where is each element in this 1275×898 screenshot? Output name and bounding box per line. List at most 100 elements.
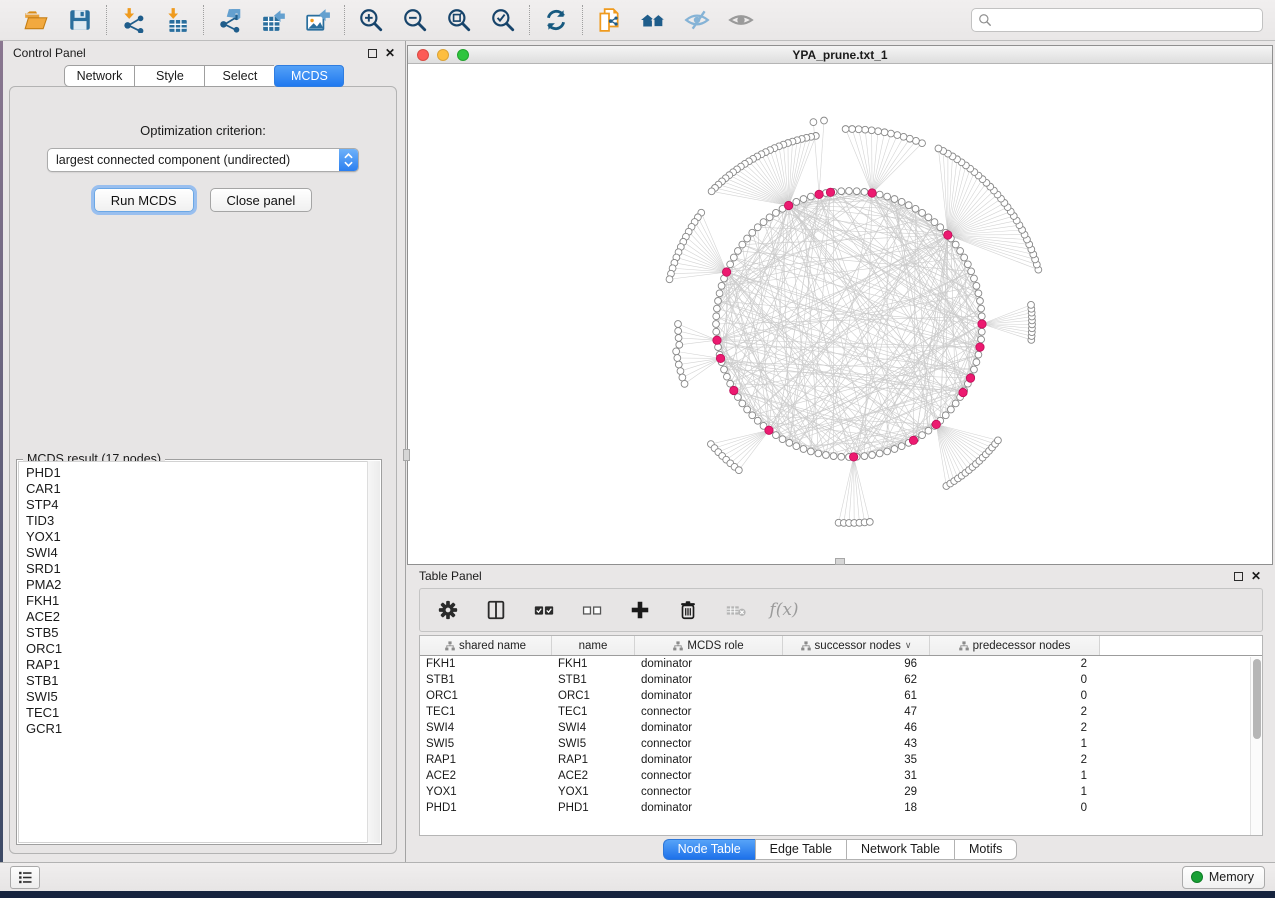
table-cell[interactable]: ORC1 (420, 690, 552, 702)
network-titlebar[interactable]: YPA_prune.txt_1 (408, 46, 1272, 64)
result-list-item[interactable]: TID3 (26, 513, 379, 529)
result-list-item[interactable]: PHD1 (26, 465, 379, 481)
float-table-panel-icon[interactable] (1234, 572, 1243, 581)
tab-style[interactable]: Style (134, 65, 204, 87)
table-cell[interactable]: FKH1 (552, 658, 635, 670)
result-list-item[interactable]: TEC1 (26, 705, 379, 721)
table-cell[interactable]: 31 (783, 770, 930, 782)
table-cell[interactable]: SWI5 (552, 738, 635, 750)
refresh-button[interactable] (542, 6, 570, 34)
table-row[interactable]: TEC1TEC1connector472 (420, 704, 1262, 720)
table-cell[interactable]: connector (635, 770, 783, 782)
save-session-button[interactable] (66, 6, 94, 34)
table-row[interactable]: RAP1RAP1dominator352 (420, 752, 1262, 768)
table-scrollbar-thumb[interactable] (1253, 659, 1261, 739)
table-cell[interactable]: RAP1 (420, 754, 552, 766)
table-cell[interactable]: YOX1 (420, 786, 552, 798)
import-network-button[interactable] (119, 6, 147, 34)
table-cell[interactable]: FKH1 (420, 658, 552, 670)
table-row[interactable]: ORC1ORC1dominator610 (420, 688, 1262, 704)
select-all-columns-button[interactable] (530, 596, 558, 624)
table-cell[interactable]: STB1 (420, 674, 552, 686)
result-list-item[interactable]: SRD1 (26, 561, 379, 577)
table-cell[interactable]: 96 (783, 658, 930, 670)
column-header-shared-name[interactable]: shared name (420, 636, 552, 655)
table-cell[interactable]: SWI5 (420, 738, 552, 750)
tab-select[interactable]: Select (204, 65, 274, 87)
open-file-button[interactable] (22, 6, 50, 34)
first-neighbors-button[interactable] (639, 6, 667, 34)
zoom-in-button[interactable] (357, 6, 385, 34)
column-header-predecessor-nodes[interactable]: predecessor nodes (930, 636, 1100, 655)
table-row[interactable]: PHD1PHD1dominator180 (420, 800, 1262, 816)
table-cell[interactable]: connector (635, 786, 783, 798)
show-all-button[interactable] (727, 6, 755, 34)
table-row[interactable]: SWI5SWI5connector431 (420, 736, 1262, 752)
network-graph[interactable] (408, 64, 1272, 564)
criterion-select[interactable]: largest connected component (undirected) (47, 148, 359, 172)
close-table-panel-icon[interactable]: ✕ (1251, 570, 1261, 582)
result-list-item[interactable]: ORC1 (26, 641, 379, 657)
export-table-button[interactable] (260, 6, 288, 34)
table-cell[interactable]: 0 (930, 690, 1100, 702)
mcds-result-list[interactable]: PHD1CAR1STP4TID3YOX1SWI4SRD1PMA2FKH1ACE2… (18, 461, 380, 843)
table-cell[interactable]: 1 (930, 770, 1100, 782)
task-history-button[interactable] (10, 866, 40, 889)
zoom-selected-button[interactable] (489, 6, 517, 34)
zoom-fit-button[interactable] (445, 6, 473, 34)
float-panel-icon[interactable] (368, 49, 377, 58)
tab-network[interactable]: Network (64, 65, 135, 87)
table-row[interactable]: ACE2ACE2connector311 (420, 768, 1262, 784)
result-list-item[interactable]: SWI5 (26, 689, 379, 705)
table-cell[interactable]: 0 (930, 802, 1100, 814)
table-cell[interactable]: 2 (930, 722, 1100, 734)
result-list-item[interactable]: RAP1 (26, 657, 379, 673)
vertical-splitter-handle[interactable] (403, 449, 410, 461)
table-cell[interactable]: STB1 (552, 674, 635, 686)
table-cell[interactable]: RAP1 (552, 754, 635, 766)
table-cell[interactable]: dominator (635, 658, 783, 670)
close-panel-button[interactable]: Close panel (210, 188, 313, 212)
table-scrollbar[interactable] (1250, 657, 1262, 835)
table-cell[interactable]: SWI4 (552, 722, 635, 734)
table-cell[interactable]: 18 (783, 802, 930, 814)
result-list-item[interactable]: SWI4 (26, 545, 379, 561)
tab-network-table[interactable]: Network Table (846, 839, 954, 860)
table-cell[interactable]: TEC1 (420, 706, 552, 718)
table-row[interactable]: SWI4SWI4dominator462 (420, 720, 1262, 736)
table-cell[interactable]: ORC1 (552, 690, 635, 702)
table-cell[interactable]: 46 (783, 722, 930, 734)
result-list-item[interactable]: CAR1 (26, 481, 379, 497)
table-cell[interactable]: 47 (783, 706, 930, 718)
show-column-selector-button[interactable] (482, 596, 510, 624)
result-list-item[interactable]: STB1 (26, 673, 379, 689)
table-cell[interactable]: dominator (635, 802, 783, 814)
table-row[interactable]: YOX1YOX1connector291 (420, 784, 1262, 800)
result-list-item[interactable]: ACE2 (26, 609, 379, 625)
table-cell[interactable]: ACE2 (552, 770, 635, 782)
table-cell[interactable]: 2 (930, 706, 1100, 718)
table-cell[interactable]: 1 (930, 738, 1100, 750)
table-cell[interactable]: 29 (783, 786, 930, 798)
table-cell[interactable]: 0 (930, 674, 1100, 686)
export-image-button[interactable] (304, 6, 332, 34)
table-cell[interactable]: connector (635, 738, 783, 750)
table-cell[interactable]: 62 (783, 674, 930, 686)
column-header-MCDS-role[interactable]: MCDS role (635, 636, 783, 655)
network-canvas[interactable] (408, 64, 1272, 564)
result-list-item[interactable]: GCR1 (26, 721, 379, 737)
table-cell[interactable]: 2 (930, 754, 1100, 766)
table-cell[interactable]: dominator (635, 690, 783, 702)
table-cell[interactable]: dominator (635, 754, 783, 766)
result-list-item[interactable]: STB5 (26, 625, 379, 641)
tab-node-table[interactable]: Node Table (663, 839, 755, 860)
table-cell[interactable]: 43 (783, 738, 930, 750)
tab-mcds[interactable]: MCDS (274, 65, 344, 87)
create-column-button[interactable] (626, 596, 654, 624)
column-header-name[interactable]: name (552, 636, 635, 655)
export-network-button[interactable] (216, 6, 244, 34)
table-cell[interactable]: dominator (635, 674, 783, 686)
result-list-item[interactable]: FKH1 (26, 593, 379, 609)
result-list-item[interactable]: STP4 (26, 497, 379, 513)
unselect-all-columns-button[interactable] (578, 596, 606, 624)
